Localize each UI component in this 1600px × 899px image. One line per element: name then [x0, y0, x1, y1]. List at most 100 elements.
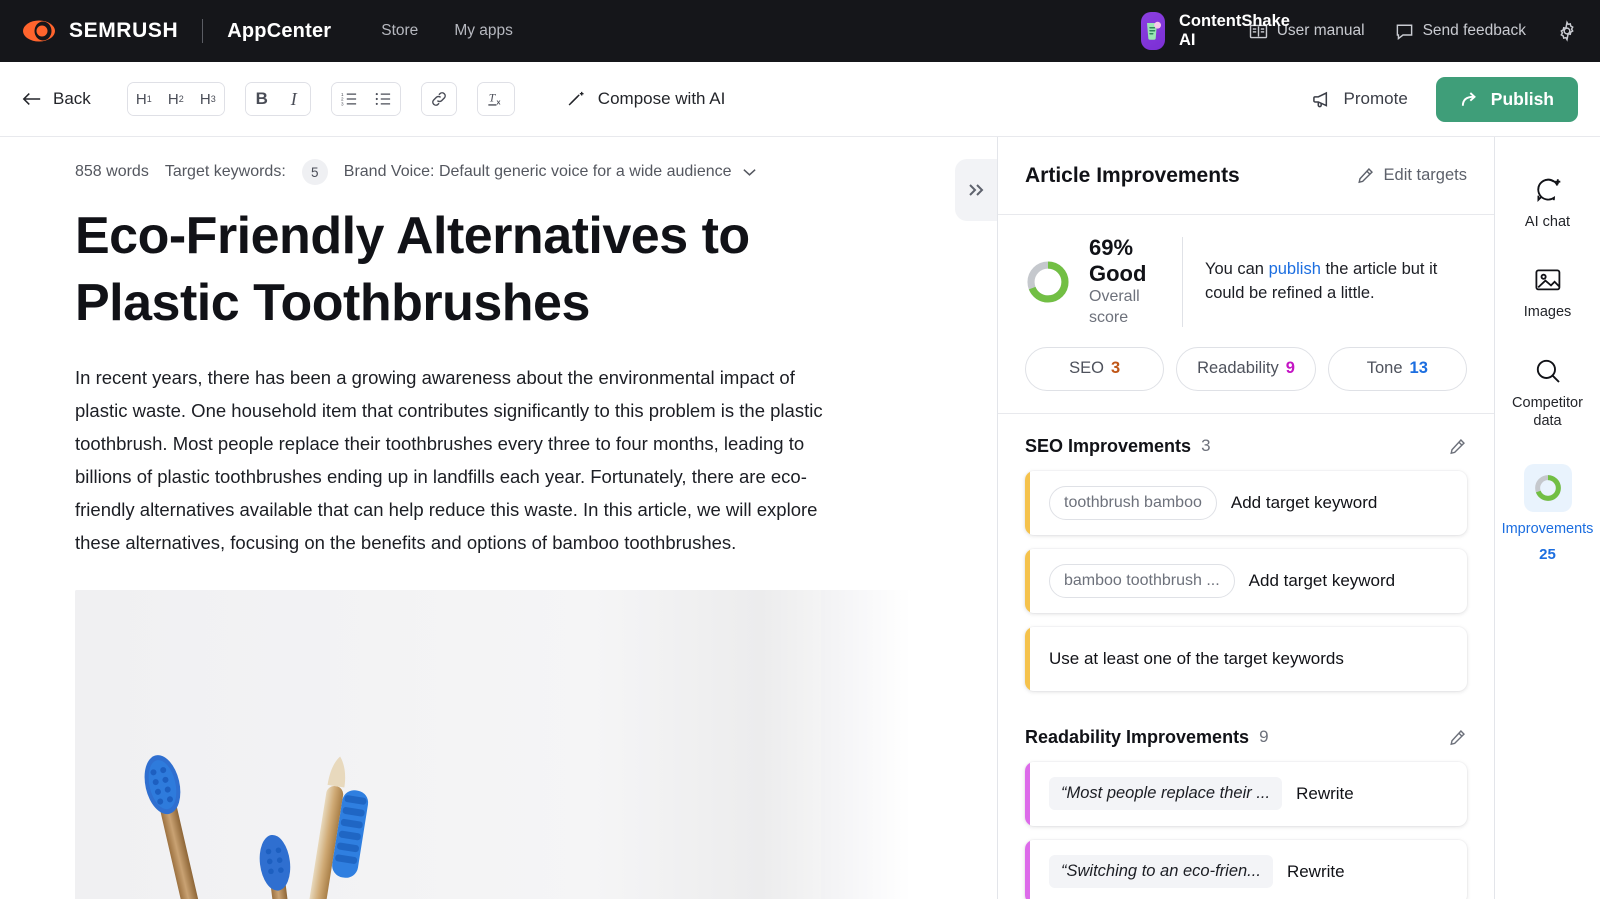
edit-targets-label: Edit targets: [1383, 166, 1467, 184]
compose-with-ai-button[interactable]: Compose with AI: [565, 88, 725, 110]
rail-label-competitor-data: Competitor data: [1512, 394, 1583, 429]
score-row: 69% Good Overall score You can publish t…: [1025, 235, 1467, 329]
rail-label-images: Images: [1523, 304, 1572, 321]
ordered-list-icon: 1 2 3: [341, 92, 356, 107]
improvements-panel: Article Improvements Edit targets 69% Go…: [997, 137, 1494, 899]
arrow-left-icon: [22, 92, 41, 106]
tab-seo[interactable]: SEO 3: [1025, 346, 1165, 391]
clear-formatting-icon: T x: [488, 92, 500, 106]
send-feedback-button[interactable]: Send feedback: [1395, 22, 1526, 41]
back-button[interactable]: Back: [22, 89, 91, 109]
promote-button[interactable]: Promote: [1312, 89, 1408, 110]
improvement-card[interactable]: toothbrush bamboo Add target keyword: [1025, 470, 1467, 535]
chevron-down-icon: [742, 169, 756, 176]
improvement-card[interactable]: Use at least one of the target keywords: [1025, 626, 1467, 691]
edit-targets-button[interactable]: Edit targets: [1356, 166, 1467, 185]
rail-label-improvements: Improvements: [1501, 521, 1594, 538]
pencil-icon: [1357, 168, 1373, 184]
rail-item-competitor-data[interactable]: Competitor data: [1495, 342, 1600, 447]
contentshake-app-icon: [1141, 12, 1165, 50]
article-editor[interactable]: 858 words Target keywords: 5 Brand Voice…: [0, 137, 997, 899]
rail-item-images[interactable]: Images: [1495, 251, 1600, 337]
target-keywords-count[interactable]: 5: [301, 159, 328, 185]
brand-voice-label: Brand Voice: Default generic voice for a…: [343, 163, 732, 180]
heading-1-button[interactable]: H1: [127, 83, 160, 115]
improvement-card[interactable]: bamboo toothbrush ... Add target keyword: [1025, 548, 1467, 613]
category-pills: SEO 3 Readability 9 Tone 13: [1025, 346, 1467, 391]
bold-button[interactable]: B: [245, 83, 278, 115]
h2-label: H: [167, 90, 179, 108]
nav-my-apps[interactable]: My apps: [454, 22, 513, 40]
quote-chip: “Most people replace their ...: [1049, 777, 1283, 810]
image-edge-gradient: [821, 589, 911, 899]
svg-text:x: x: [496, 97, 500, 106]
gear-icon: [1556, 20, 1578, 42]
settings-button[interactable]: [1556, 20, 1578, 42]
brand-voice-selector[interactable]: Brand Voice: Default generic voice for a…: [344, 163, 757, 181]
publish-label: Publish: [1490, 88, 1554, 109]
article-image[interactable]: [75, 589, 911, 899]
seo-section-edit-button[interactable]: [1448, 437, 1467, 456]
current-app: ContentShake AI: [459, 12, 1290, 50]
tab-tone-count: 13: [1409, 359, 1428, 377]
panel-title: Article Improvements: [1025, 163, 1240, 187]
tab-tone[interactable]: Tone 13: [1327, 346, 1467, 391]
publish-button[interactable]: Publish: [1435, 76, 1578, 122]
rail-item-ai-chat[interactable]: AI chat: [1495, 161, 1600, 247]
image-icon: [1534, 265, 1562, 295]
overall-score-block: 69% Good Overall score You can publish t…: [998, 215, 1494, 414]
score-percent: 69% Good: [1089, 235, 1147, 286]
improvement-card[interactable]: “Most people replace their ... Rewrite: [1025, 761, 1467, 826]
text-style-group: B I: [244, 82, 311, 116]
italic-button[interactable]: I: [277, 83, 310, 115]
improvement-card[interactable]: “Switching to an eco-frien... Rewrite: [1025, 839, 1467, 899]
keyword-chip: toothbrush bamboo: [1049, 485, 1217, 520]
bullet-list-icon: [375, 93, 390, 105]
score-divider: [1182, 237, 1183, 327]
tab-readability[interactable]: Readability 9: [1176, 346, 1316, 391]
h1-sub: 1: [146, 94, 152, 104]
app-title: ContentShake AI: [1179, 12, 1290, 49]
card-action-label: Add target keyword: [1248, 570, 1396, 590]
improvements-list[interactable]: SEO Improvements 3 toothbrush bamboo Add…: [998, 414, 1494, 899]
word-count: 858 words: [75, 163, 149, 180]
heading-button-group: H1 H2 H3: [126, 82, 225, 116]
card-action-label: Rewrite: [1296, 783, 1354, 803]
rail-label-ai-chat: AI chat: [1524, 214, 1571, 230]
h3-sub: 3: [210, 94, 216, 104]
h3-label: H: [199, 90, 211, 108]
brand-divider: [202, 19, 204, 43]
svg-text:3: 3: [341, 102, 344, 107]
seo-section-count: 3: [1201, 436, 1211, 455]
tools-rail: AI chat Images Competitor data Improveme…: [1494, 137, 1600, 899]
score-label: Overall score: [1089, 287, 1140, 326]
publish-link[interactable]: publish: [1269, 260, 1321, 278]
card-text: Use at least one of the target keywords: [1049, 648, 1344, 668]
rail-item-improvements[interactable]: Improvements 25: [1495, 450, 1600, 579]
heading-3-button[interactable]: H3: [191, 83, 224, 115]
page-title[interactable]: Eco-Friendly Alternatives to Plastic Too…: [0, 185, 920, 336]
global-topbar: SEMRUSH AppCenter Store My apps ContentS…: [0, 0, 1600, 62]
ai-chat-icon: [1533, 175, 1563, 205]
article-paragraph[interactable]: In recent years, there has been a growin…: [0, 336, 910, 560]
heading-2-button[interactable]: H2: [159, 83, 192, 115]
link-button-group: [420, 82, 457, 116]
bullet-list-button[interactable]: [365, 83, 400, 115]
tab-readability-label: Readability: [1197, 359, 1279, 377]
readability-section-count: 9: [1259, 727, 1269, 746]
quote-chip: “Switching to an eco-frien...: [1049, 855, 1273, 888]
nav-store[interactable]: Store: [381, 22, 418, 40]
readability-section-edit-button[interactable]: [1448, 728, 1467, 747]
comment-icon: [1395, 22, 1414, 41]
collapse-panel-button[interactable]: [955, 159, 997, 221]
link-button[interactable]: [421, 83, 456, 115]
keyword-chip: bamboo toothbrush ...: [1049, 563, 1235, 598]
tab-seo-count: 3: [1111, 359, 1121, 377]
semrush-brand[interactable]: SEMRUSH AppCenter: [22, 17, 331, 45]
clear-formatting-button[interactable]: T x: [477, 83, 514, 115]
ordered-list-button[interactable]: 1 2 3: [331, 83, 366, 115]
topbar-nav: Store My apps: [381, 22, 513, 40]
score-text: 69% Good Overall score: [1089, 235, 1158, 329]
target-keywords-label: Target keywords:: [164, 163, 286, 180]
promote-label: Promote: [1343, 89, 1408, 108]
